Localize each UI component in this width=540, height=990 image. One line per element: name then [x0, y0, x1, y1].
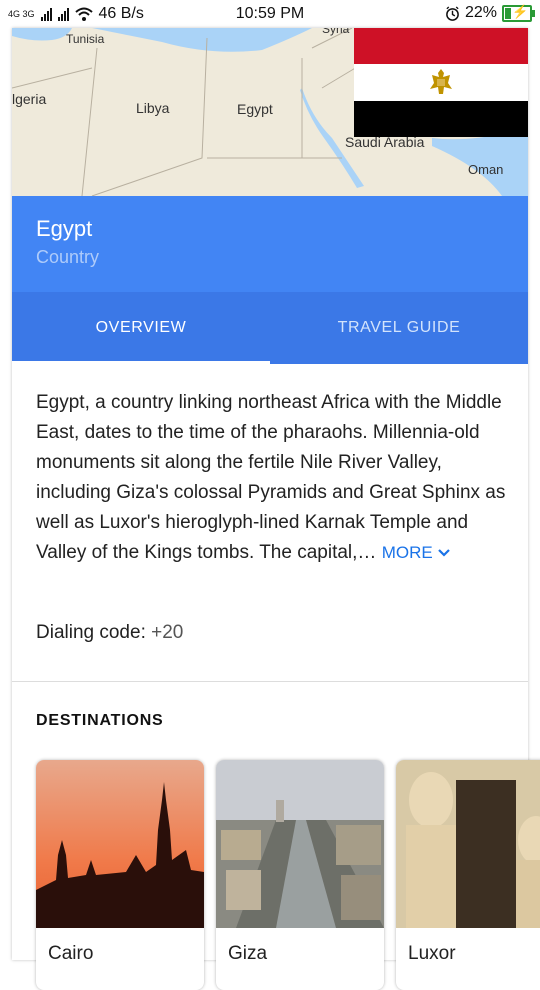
destination-name: Giza — [228, 943, 268, 964]
destination-card-luxor[interactable]: Luxor — [396, 760, 540, 990]
status-bar: 4G 3G 46 B/s 10:59 PM 22% ⚡ — [0, 0, 540, 28]
giza-image — [216, 760, 384, 928]
map-label: Libya — [136, 100, 170, 116]
more-label: MORE — [381, 543, 433, 562]
destination-name: Cairo — [48, 943, 94, 964]
dialing-label: Dialing code: — [36, 622, 146, 643]
divider — [12, 681, 528, 682]
destination-card-cairo[interactable]: Cairo — [36, 760, 204, 990]
tab-bar: OVERVIEW TRAVEL GUIDE — [12, 292, 528, 364]
entity-title: Egypt — [36, 216, 93, 241]
entity-header: Egypt Country — [12, 196, 528, 292]
battery-icon: ⚡ — [502, 4, 535, 22]
cairo-image — [36, 760, 204, 928]
map-label: Oman — [468, 162, 504, 177]
status-right: 22% ⚡ — [445, 4, 535, 22]
entity-subtitle: Country — [36, 247, 100, 267]
destination-card-giza[interactable]: Giza — [216, 760, 384, 990]
tab-label: OVERVIEW — [95, 319, 187, 336]
eagle-emblem-icon — [430, 69, 452, 95]
chevron-down-icon — [438, 549, 451, 557]
luxor-image — [396, 760, 540, 928]
overview-body: Egypt, a country linking northeast Afric… — [36, 392, 506, 563]
tab-label: TRAVEL GUIDE — [337, 319, 461, 336]
map-label: Syria — [322, 28, 350, 36]
dialing-code: Dialing code: +20 — [36, 622, 183, 644]
alarm-icon — [446, 5, 459, 21]
destination-name: Luxor — [408, 943, 456, 964]
map-label: Egypt — [237, 101, 273, 117]
map-label: Tunisia — [66, 32, 105, 46]
knowledge-card: Tunisia lgeria Libya Egypt Syria Saudi A… — [12, 28, 540, 990]
map-label: lgeria — [12, 91, 47, 107]
overview-text: Egypt, a country linking northeast Afric… — [36, 388, 506, 568]
battery-percent: 22% — [464, 4, 497, 21]
flag-image — [354, 28, 528, 137]
tab-overview[interactable]: OVERVIEW — [12, 292, 270, 364]
destinations-heading: DESTINATIONS — [36, 712, 164, 729]
more-button[interactable]: MORE — [382, 543, 452, 562]
map-thumbnail[interactable]: Tunisia lgeria Libya Egypt Syria Saudi A… — [12, 28, 528, 196]
tab-travel-guide[interactable]: TRAVEL GUIDE — [270, 292, 528, 364]
active-tab-indicator — [12, 361, 270, 364]
dialing-value: +20 — [151, 622, 184, 643]
